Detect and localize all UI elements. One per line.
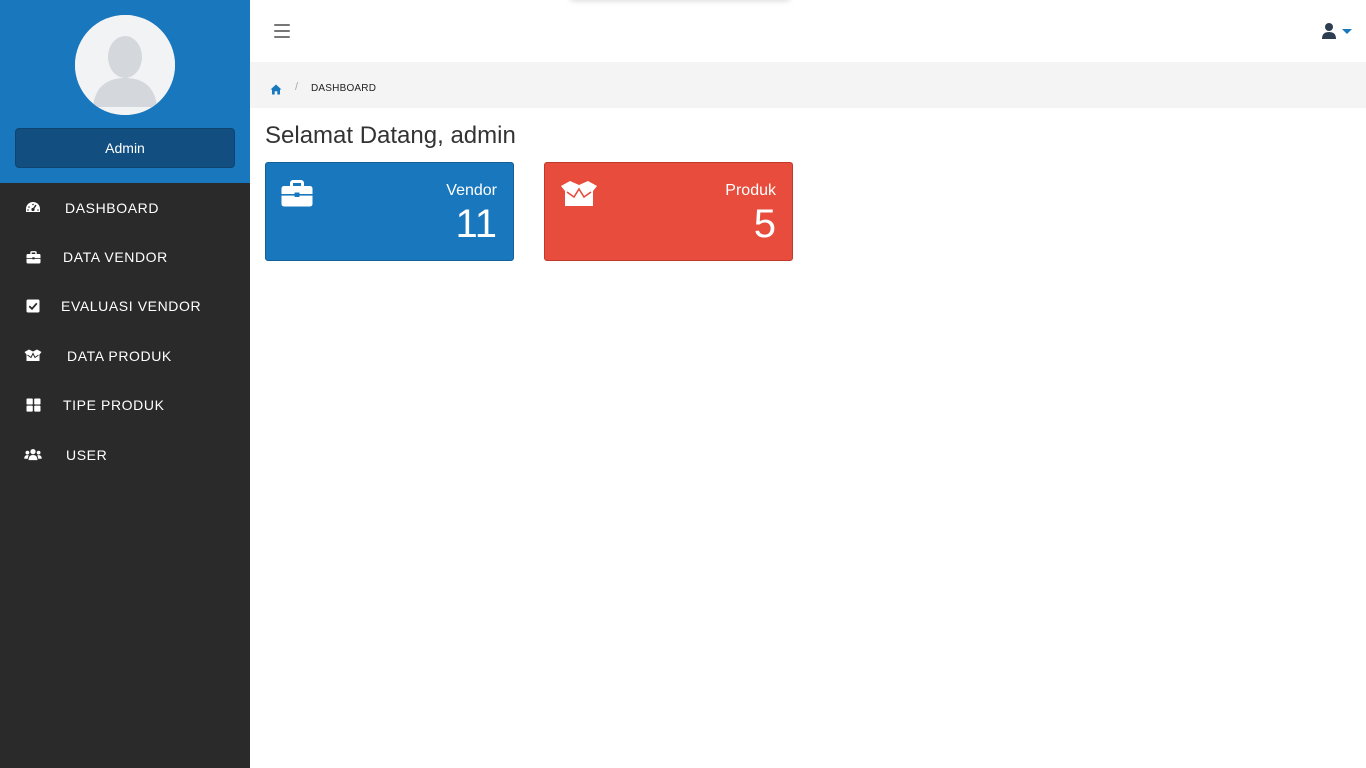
produk-stat-card[interactable]: Produk 5 bbox=[544, 162, 793, 261]
card-title: Produk bbox=[725, 182, 776, 199]
sidebar-item-label: TIPE PRODUK bbox=[63, 397, 165, 414]
box-open-icon bbox=[24, 347, 42, 365]
th-large-icon bbox=[24, 396, 42, 414]
vendor-stat-card[interactable]: Vendor 11 bbox=[265, 162, 514, 261]
user-icon bbox=[1322, 23, 1352, 39]
topbar bbox=[250, 0, 1366, 62]
sidebar: Admin DASHBOARD DATA VENDOR EVALUASI VEN… bbox=[0, 0, 250, 768]
sidebar-item-tipe-produk[interactable]: TIPE PRODUK bbox=[0, 381, 250, 430]
check-square-icon bbox=[24, 297, 42, 315]
sidebar-item-label: DASHBOARD bbox=[65, 199, 160, 216]
sidebar-item-label: DATA PRODUK bbox=[67, 347, 172, 364]
bars-icon[interactable] bbox=[274, 24, 290, 38]
sidebar-item-label: EVALUASI VENDOR bbox=[61, 298, 202, 315]
users-icon bbox=[24, 446, 42, 464]
card-title: Vendor bbox=[446, 182, 497, 199]
sidebar-item-label: DATA VENDOR bbox=[63, 249, 168, 266]
avatar-placeholder-icon bbox=[75, 15, 175, 115]
profile-name-button[interactable]: Admin bbox=[15, 128, 235, 168]
box-open-icon bbox=[560, 180, 598, 213]
card-value: 5 bbox=[753, 202, 776, 246]
tachometer-icon bbox=[24, 199, 42, 217]
briefcase-icon bbox=[24, 248, 42, 266]
briefcase-icon bbox=[281, 180, 313, 212]
sidebar-item-user[interactable]: USER bbox=[0, 430, 250, 479]
avatar bbox=[75, 15, 175, 115]
user-menu-toggle[interactable] bbox=[1320, 22, 1356, 42]
card-value: 11 bbox=[455, 202, 497, 246]
sidebar-menu: DASHBOARD DATA VENDOR EVALUASI VENDOR DA… bbox=[0, 183, 250, 479]
sidebar-item-data-vendor[interactable]: DATA VENDOR bbox=[0, 232, 250, 281]
breadcrumb-current: DASHBOARD bbox=[311, 83, 377, 94]
sidebar-item-dashboard[interactable]: DASHBOARD bbox=[0, 183, 250, 232]
sidebar-item-label: USER bbox=[66, 446, 108, 463]
sidebar-item-evaluasi-vendor[interactable]: EVALUASI VENDOR bbox=[0, 282, 250, 331]
sidebar-item-data-produk[interactable]: DATA PRODUK bbox=[0, 331, 250, 380]
breadcrumb: / DASHBOARD bbox=[250, 62, 1366, 108]
profile-panel: Admin bbox=[0, 0, 250, 183]
breadcrumb-separator: / bbox=[295, 81, 299, 93]
page-title: Selamat Datang, admin bbox=[265, 122, 516, 149]
home-icon[interactable] bbox=[270, 82, 282, 95]
